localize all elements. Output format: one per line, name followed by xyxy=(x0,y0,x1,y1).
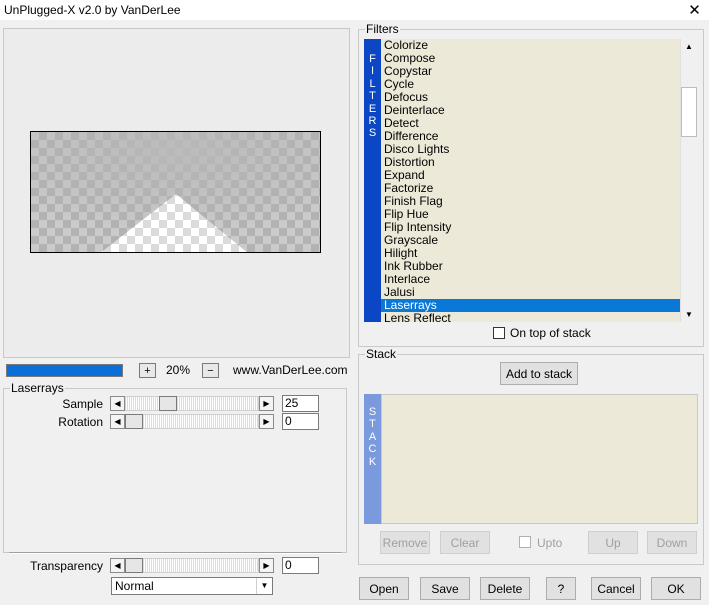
progress-fill xyxy=(7,365,122,376)
ok-button[interactable]: OK xyxy=(651,577,701,600)
add-to-stack-button[interactable]: Add to stack xyxy=(500,362,578,385)
rotation-slider-thumb[interactable] xyxy=(125,414,143,429)
filter-list-scrollbar[interactable]: ▲ ▼ xyxy=(680,39,697,322)
close-icon: ✕ xyxy=(688,2,701,19)
upto-label: Upto xyxy=(537,536,563,550)
filter-list-item[interactable]: Interlace xyxy=(381,273,680,286)
divider xyxy=(9,552,342,554)
cancel-button[interactable]: Cancel xyxy=(591,577,641,600)
window-title: UnPlugged-X v2.0 by VanDerLee xyxy=(4,3,181,17)
rotation-increase-button[interactable]: ▶ xyxy=(259,414,274,429)
transparency-increase-button[interactable]: ▶ xyxy=(259,558,274,573)
band-letter: A xyxy=(368,430,377,443)
website-link[interactable]: www.VanDerLee.com xyxy=(233,363,348,377)
band-letter: E xyxy=(368,102,377,115)
down-button[interactable]: Down xyxy=(647,531,697,554)
sample-decrease-button[interactable]: ◀ xyxy=(110,396,125,411)
filter-list-item[interactable]: Lens Reflect xyxy=(381,312,680,323)
sample-value-input[interactable]: 25 xyxy=(282,395,319,412)
band-letter: C xyxy=(368,443,377,456)
on-top-of-stack-checkbox[interactable] xyxy=(493,327,505,339)
blend-mode-value: Normal xyxy=(115,579,154,593)
band-letter: F xyxy=(369,53,376,65)
blend-mode-select[interactable]: Normal ▼ xyxy=(111,577,273,595)
stack-list[interactable] xyxy=(381,394,698,524)
sample-label: Sample xyxy=(62,397,103,411)
sample-slider-thumb[interactable] xyxy=(158,396,177,411)
arrow-down-icon: ▼ xyxy=(685,310,693,319)
title-bar: UnPlugged-X v2.0 by VanDerLee ✕ xyxy=(0,0,709,20)
laser-ray-overlay xyxy=(31,132,320,252)
zoom-out-button[interactable]: − xyxy=(202,363,219,378)
band-letter: L xyxy=(369,77,376,90)
filter-list-item[interactable]: Distortion xyxy=(381,156,680,169)
preview-image[interactable] xyxy=(30,131,321,253)
sample-increase-button[interactable]: ▶ xyxy=(259,396,274,411)
chevron-down-icon[interactable]: ▼ xyxy=(256,578,272,594)
scroll-down-button[interactable]: ▼ xyxy=(681,307,697,322)
rotation-decrease-button[interactable]: ◀ xyxy=(110,414,125,429)
band-letter: K xyxy=(368,455,377,468)
filter-list-item[interactable]: Grayscale xyxy=(381,234,680,247)
help-button[interactable]: ? xyxy=(546,577,576,600)
up-button[interactable]: Up xyxy=(588,531,638,554)
render-progress-bar xyxy=(6,364,123,377)
open-button[interactable]: Open xyxy=(359,577,409,600)
arrow-left-icon: ◀ xyxy=(114,417,121,426)
stack-band: S T A C K xyxy=(364,394,381,524)
scroll-up-button[interactable]: ▲ xyxy=(681,39,697,54)
arrow-left-icon: ◀ xyxy=(114,561,121,570)
transparency-label: Transparency xyxy=(30,559,103,573)
arrow-left-icon: ◀ xyxy=(114,399,121,408)
arrow-right-icon: ▶ xyxy=(263,399,270,408)
arrow-right-icon: ▶ xyxy=(263,417,270,426)
band-letter: I xyxy=(370,65,375,78)
filters-title: Filters xyxy=(365,22,400,36)
stack-title: Stack xyxy=(365,347,398,361)
scroll-thumb[interactable] xyxy=(681,87,697,137)
zoom-in-button[interactable]: + xyxy=(139,363,156,378)
delete-button[interactable]: Delete xyxy=(480,577,530,600)
transparency-slider-thumb[interactable] xyxy=(125,558,143,573)
filter-list-item[interactable]: Deinterlace xyxy=(381,104,680,117)
band-letter: T xyxy=(369,90,376,103)
remove-button[interactable]: Remove xyxy=(380,531,430,554)
band-letter: R xyxy=(368,115,377,128)
filters-band: F I L T E R S xyxy=(364,39,381,322)
rotation-slider-track[interactable] xyxy=(125,414,259,429)
sample-slider-track[interactable] xyxy=(125,396,259,411)
band-letter: S xyxy=(368,406,377,418)
rotation-value-input[interactable]: 0 xyxy=(282,413,319,430)
on-top-of-stack-label: On top of stack xyxy=(510,326,591,340)
rotation-label: Rotation xyxy=(58,415,103,429)
filter-parameters-title: Laserrays xyxy=(10,381,65,395)
zoom-level: 20% xyxy=(165,363,191,377)
arrow-up-icon: ▲ xyxy=(685,42,693,51)
transparency-decrease-button[interactable]: ◀ xyxy=(110,558,125,573)
transparency-slider-track[interactable] xyxy=(125,558,259,573)
filter-list[interactable]: Colorize Compose Copystar Cycle Defocus Deint… xyxy=(381,39,680,322)
transparency-value-input[interactable]: 0 xyxy=(282,557,319,574)
save-button[interactable]: Save xyxy=(420,577,470,600)
upto-checkbox[interactable] xyxy=(519,536,531,548)
band-letter: T xyxy=(369,418,376,431)
arrow-right-icon: ▶ xyxy=(263,561,270,570)
clear-button[interactable]: Clear xyxy=(440,531,490,554)
filter-list-item[interactable]: Copystar xyxy=(381,65,680,78)
band-letter: S xyxy=(368,127,377,140)
close-button[interactable]: ✕ xyxy=(680,0,709,20)
